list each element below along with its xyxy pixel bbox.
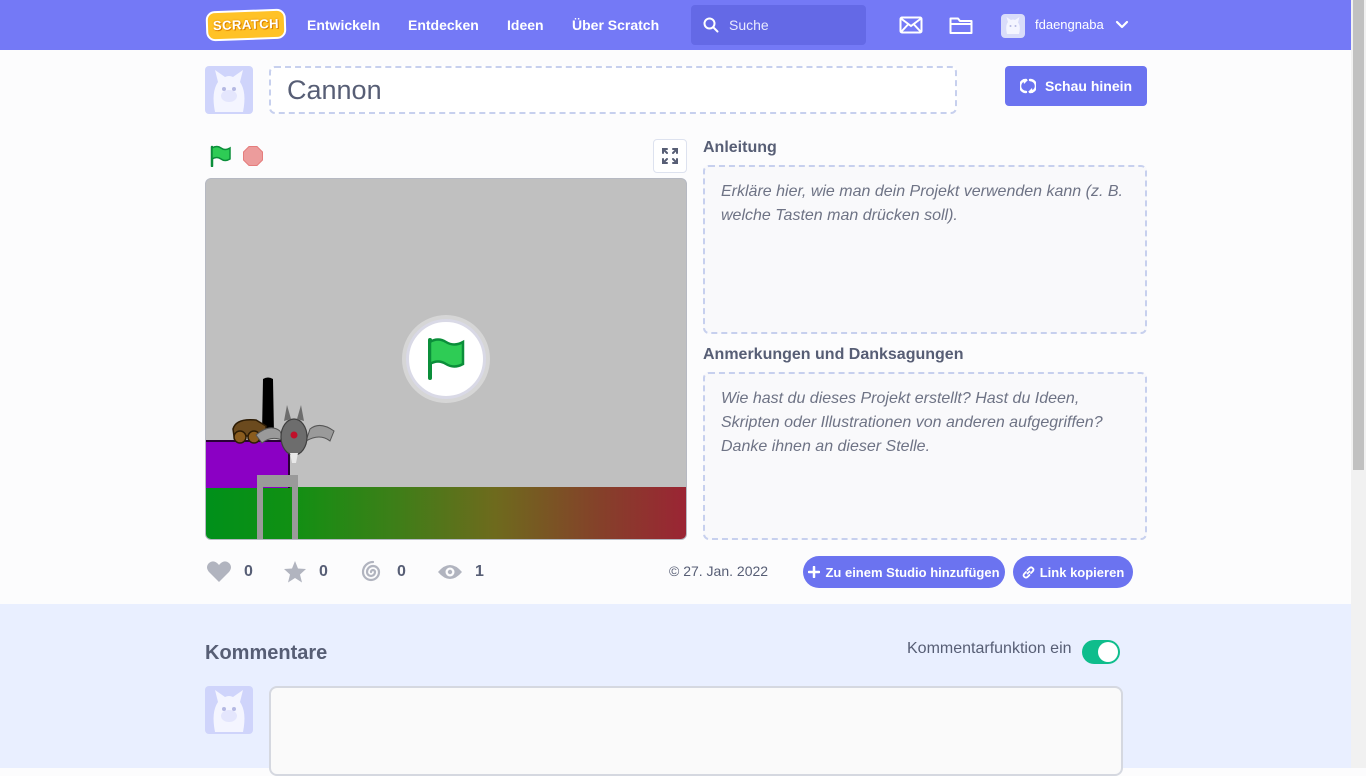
instructions-label: Anleitung — [703, 139, 777, 156]
notes-textarea[interactable]: Wie hast du dieses Projekt erstellt? Has… — [703, 372, 1147, 540]
messages-icon[interactable] — [899, 13, 923, 37]
view-stat: 1 — [437, 560, 484, 584]
see-inside-label: Schau hinein — [1044, 78, 1133, 94]
favorite-count: 0 — [319, 563, 328, 580]
instructions-textarea[interactable]: Erkläre hier, wie man dein Projekt verwe… — [703, 165, 1147, 334]
nav-link-about[interactable]: Über Scratch — [572, 0, 659, 50]
green-flag-icon[interactable] — [209, 145, 233, 167]
cat-avatar-icon — [213, 690, 245, 732]
search-input[interactable] — [727, 5, 857, 45]
username[interactable]: fdaengnaba — [1035, 0, 1104, 50]
copy-link-label: Link kopieren — [1039, 564, 1125, 580]
notes-label: Anmerkungen und Danksagungen — [703, 346, 964, 363]
my-stuff-folder-icon[interactable] — [949, 13, 973, 37]
link-icon — [1022, 565, 1035, 579]
toggle-knob — [1098, 642, 1118, 662]
project-date: © 27. Jan. 2022 — [669, 563, 769, 579]
top-navigation: SCRATCH Entwickeln Entdecken Ideen Über … — [0, 0, 1351, 50]
fullscreen-icon — [662, 148, 678, 164]
love-icon — [207, 561, 231, 582]
comment-input[interactable] — [269, 686, 1123, 776]
stage-pipe-right — [292, 475, 298, 539]
nav-link-create[interactable]: Entwickeln — [307, 0, 380, 50]
view-count: 1 — [475, 563, 484, 580]
love-stat[interactable]: 0 — [206, 560, 253, 584]
remix-stat: 0 — [361, 560, 406, 584]
project-title-input[interactable] — [269, 66, 957, 114]
notes-placeholder: Wie hast du dieses Projekt erstellt? Has… — [721, 390, 1103, 455]
cat-avatar-icon — [1006, 17, 1020, 34]
search-box[interactable] — [691, 5, 866, 45]
fullscreen-button[interactable] — [653, 139, 687, 173]
green-flag-icon — [428, 338, 465, 380]
see-inside-icon — [1019, 78, 1036, 94]
cat-avatar-icon — [213, 70, 245, 112]
avatar[interactable] — [1001, 14, 1025, 38]
comments-toggle-label: Kommentarfunktion ein — [907, 640, 1072, 657]
favorite-icon — [284, 561, 306, 583]
nav-link-explore[interactable]: Entdecken — [408, 0, 479, 50]
project-author-avatar[interactable] — [205, 66, 253, 114]
instructions-placeholder: Erkläre hier, wie man dein Projekt verwe… — [721, 183, 1123, 224]
scratch-logo[interactable]: SCRATCH — [205, 8, 287, 42]
remix-count: 0 — [397, 563, 406, 580]
stage-pipe-left — [257, 475, 263, 539]
play-overlay-button[interactable] — [406, 319, 486, 399]
add-to-studio-label: Zu einem Studio hinzufügen — [825, 564, 1000, 580]
comments-title: Kommentare — [205, 642, 328, 664]
project-stage[interactable] — [205, 178, 687, 540]
plus-icon — [808, 566, 821, 578]
remix-icon — [361, 560, 381, 582]
favorite-stat[interactable]: 0 — [283, 560, 328, 584]
chevron-down-icon[interactable] — [1115, 19, 1129, 31]
stop-icon[interactable] — [243, 146, 263, 166]
search-icon — [703, 17, 719, 33]
comment-avatar — [205, 686, 253, 734]
see-inside-button[interactable]: Schau hinein — [1005, 66, 1147, 106]
comments-toggle[interactable] — [1082, 640, 1120, 664]
add-to-studio-button[interactable]: Zu einem Studio hinzufügen — [803, 556, 1005, 588]
view-icon — [438, 565, 462, 579]
bat-sprite — [255, 405, 335, 463]
copy-link-button[interactable]: Link kopieren — [1013, 556, 1133, 588]
page-scrollbar-thumb[interactable] — [1353, 0, 1364, 470]
stage-ground — [206, 487, 686, 539]
love-count: 0 — [244, 563, 253, 580]
nav-link-ideas[interactable]: Ideen — [507, 0, 544, 50]
